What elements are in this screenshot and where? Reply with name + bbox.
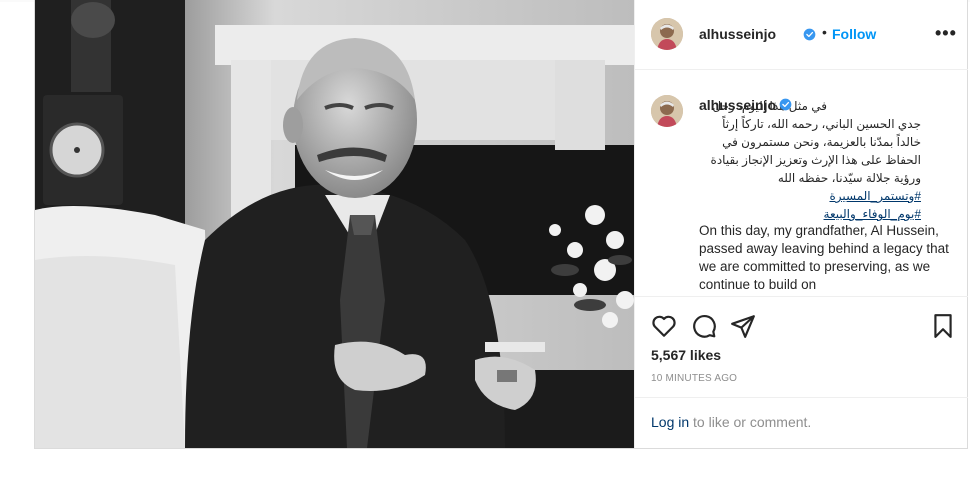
comment-icon[interactable] [691, 313, 717, 339]
hashtag-link[interactable]: #وتستمر_المسيرة [699, 187, 921, 205]
verified-badge-icon [803, 28, 816, 41]
username[interactable]: alhusseinjo [699, 26, 776, 42]
login-prompt-text: to like or comment. [689, 414, 812, 430]
bookmark-icon[interactable] [930, 313, 956, 339]
post-card: alhusseinjo • Follow ••• في مثل هذا اليو… [34, 0, 968, 449]
caption-area: في مثل هذا اليوم، رحل جدي الحسين الباني،… [635, 71, 968, 296]
post-side-panel: alhusseinjo • Follow ••• في مثل هذا اليو… [634, 0, 968, 448]
hashtag-link[interactable]: #يوم_الوفاء_والبيعة [699, 205, 921, 223]
post-timestamp[interactable]: 10 MINUTES AGO [651, 373, 737, 384]
heart-icon[interactable] [651, 313, 677, 339]
caption-arabic: في مثل هذا اليوم، رحل جدي الحسين الباني،… [699, 97, 921, 223]
login-prompt: Log in to like or comment. [635, 397, 968, 449]
likes-count[interactable]: 5,567 likes [651, 347, 721, 363]
action-bar: 5,567 likes 10 MINUTES AGO Log in to lik… [635, 296, 968, 448]
avatar-image [651, 95, 683, 127]
avatar[interactable] [651, 18, 683, 50]
post-photo[interactable] [35, 0, 634, 448]
avatar-image [651, 18, 683, 50]
login-link[interactable]: Log in [651, 414, 689, 430]
separator-dot: • [822, 24, 827, 40]
share-icon[interactable] [730, 313, 756, 339]
follow-button[interactable]: Follow [832, 26, 876, 42]
more-options-icon[interactable]: ••• [935, 24, 957, 42]
post-header: alhusseinjo • Follow ••• [635, 0, 968, 70]
caption-username-wrap: alhusseinjo [699, 97, 792, 115]
caption-avatar[interactable] [651, 95, 683, 127]
photo-artwork [35, 0, 634, 448]
verified-badge-icon [779, 98, 792, 111]
caption-username[interactable]: alhusseinjo [699, 97, 776, 113]
caption-english-text: On this day, my grandfather, Al Hussein,… [699, 223, 949, 292]
